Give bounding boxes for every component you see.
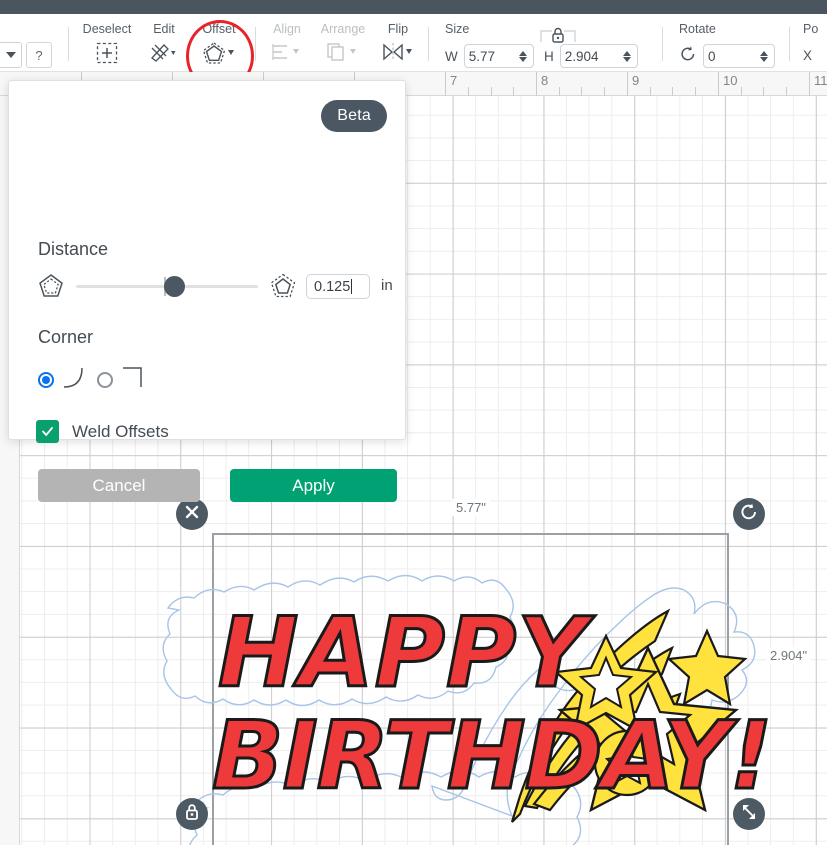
distance-label: Distance <box>38 239 108 260</box>
toolbar-divider-2 <box>255 27 256 61</box>
offset-icon <box>190 42 248 64</box>
distance-input[interactable]: 0.125 <box>306 274 370 299</box>
text-birthday: BIRTHDAY! <box>212 702 772 811</box>
corner-option-square[interactable] <box>97 365 149 394</box>
tool-flip-label: Flip <box>374 22 422 36</box>
toolbar-divider-3 <box>428 27 429 61</box>
corner-radio-round[interactable] <box>38 372 54 388</box>
ruler-tick-7: 7 <box>450 73 457 88</box>
height-value: 2.904 <box>565 49 619 64</box>
height-input[interactable]: 2.904 <box>560 44 638 68</box>
width-value: 5.77 <box>469 49 515 64</box>
app-root: ? Deselect Edit <box>0 0 827 845</box>
cancel-button[interactable]: Cancel <box>38 469 200 502</box>
height-stepper[interactable] <box>621 51 633 62</box>
distance-slider-thumb[interactable] <box>164 276 185 297</box>
text-happy: HAPPY <box>218 597 595 709</box>
ruler-tick-9: 9 <box>632 73 639 88</box>
help-button-label: ? <box>35 48 42 63</box>
rotate-value: 0 <box>708 49 756 64</box>
dimension-width-label: 5.77" <box>452 499 490 516</box>
size-label: Size <box>445 22 469 36</box>
size-group: Size W 5.77 <box>440 14 655 72</box>
width-stepper[interactable] <box>517 51 529 62</box>
apply-button[interactable]: Apply <box>230 469 397 502</box>
tool-deselect[interactable]: Deselect <box>78 14 136 72</box>
dimension-height-label: 2.904" <box>766 647 811 664</box>
corner-radio-square[interactable] <box>97 372 113 388</box>
ruler-tick-10: 10 <box>723 73 737 88</box>
tool-offset-label: Offset <box>190 22 248 36</box>
deselect-icon <box>78 42 136 64</box>
tool-align[interactable]: Align <box>262 14 312 72</box>
weld-offsets-label: Weld Offsets <box>72 422 169 442</box>
round-corner-icon <box>60 365 90 394</box>
toolbar-divider <box>68 27 69 61</box>
title-bar <box>0 0 827 14</box>
tool-flip[interactable]: Flip <box>374 14 422 72</box>
width-prefix: W <box>445 49 458 64</box>
tool-deselect-label: Deselect <box>78 22 136 36</box>
rotate-handle[interactable] <box>733 498 765 530</box>
width-input[interactable]: 5.77 <box>464 44 534 68</box>
weld-offsets-checkbox[interactable] <box>36 420 59 443</box>
position-group: Po X <box>800 14 827 72</box>
chevron-down-icon <box>6 52 16 58</box>
toolbar-divider-4 <box>662 27 663 61</box>
height-prefix: H <box>544 49 554 64</box>
corner-option-round[interactable] <box>38 365 90 394</box>
tool-edit-label: Edit <box>140 22 188 36</box>
lock-icon <box>182 802 202 827</box>
help-button[interactable]: ? <box>26 42 52 68</box>
toolbar-divider-5 <box>789 27 790 61</box>
main-toolbar: ? Deselect Edit <box>0 14 827 72</box>
ruler-tick-11: 11 <box>814 73 827 88</box>
ruler-tick-8: 8 <box>541 73 548 88</box>
rotate-stepper[interactable] <box>758 51 770 62</box>
edit-icon <box>140 42 188 64</box>
offset-inner-pentagon-icon <box>38 273 64 304</box>
tool-edit[interactable]: Edit <box>140 14 188 72</box>
rotate-group: Rotate 0 <box>675 14 785 72</box>
radio-dot <box>42 376 50 384</box>
weld-offsets-row[interactable]: Weld Offsets <box>36 420 169 443</box>
flip-icon <box>374 42 422 62</box>
diagonal-resize-icon <box>739 802 759 827</box>
text-caret <box>351 279 352 294</box>
square-corner-icon <box>119 365 149 394</box>
distance-unit: in <box>381 277 393 294</box>
tool-align-label: Align <box>262 22 312 36</box>
tool-offset[interactable]: Offset <box>190 14 248 72</box>
rotate-input[interactable]: 0 <box>703 44 775 68</box>
tool-arrange[interactable]: Arrange <box>314 14 372 72</box>
resize-handle[interactable] <box>733 798 765 830</box>
corner-label: Corner <box>38 327 93 348</box>
close-icon <box>183 503 201 526</box>
delete-handle[interactable] <box>176 498 208 530</box>
position-label: Po <box>803 22 818 36</box>
distance-value: 0.125 <box>314 279 350 295</box>
selection-dropdown[interactable] <box>0 42 22 68</box>
arrange-icon <box>314 42 372 62</box>
rotate-label: Rotate <box>679 22 716 36</box>
rotate-icon <box>679 45 697 68</box>
position-x-prefix: X <box>803 48 812 63</box>
beta-badge: Beta <box>321 100 387 132</box>
align-icon <box>262 42 312 62</box>
tool-arrange-label: Arrange <box>314 22 372 36</box>
offset-outer-pentagon-icon <box>270 273 296 304</box>
rotate-icon <box>739 502 759 527</box>
offset-dialog: Beta Distance 0.125 in Corner <box>8 80 406 440</box>
lock-handle[interactable] <box>176 798 208 830</box>
